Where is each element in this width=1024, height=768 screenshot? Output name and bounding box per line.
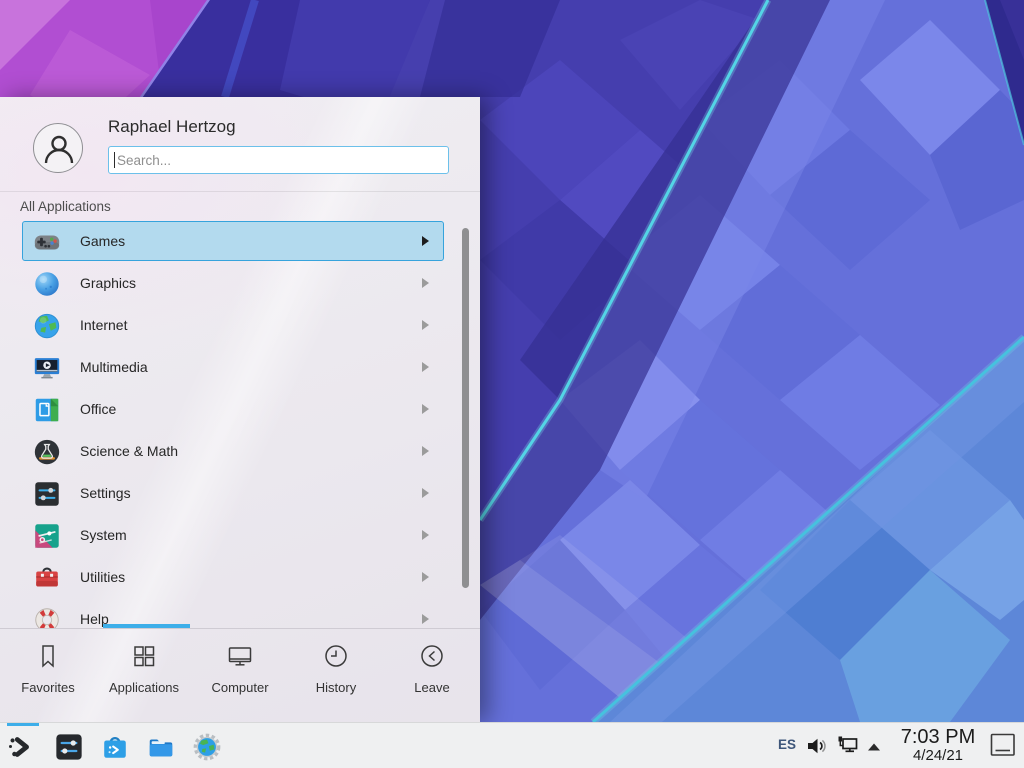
submenu-arrow-icon [422, 320, 429, 330]
category-row-utilities[interactable]: Utilities [22, 557, 444, 597]
tab-computer[interactable]: Computer [192, 629, 288, 722]
submenu-arrow-icon [422, 572, 429, 582]
category-row-games[interactable]: Games [22, 221, 444, 261]
search-input[interactable] [108, 146, 449, 174]
category-row-office[interactable]: Office [22, 389, 444, 429]
user-icon [41, 131, 77, 167]
konqueror-globe-icon [192, 732, 222, 762]
text-cursor [114, 152, 115, 168]
internet-icon [32, 311, 62, 341]
submenu-arrow-icon [422, 446, 429, 456]
digital-clock[interactable]: 7:03 PM 4/24/21 [893, 726, 983, 764]
tab-label: Computer [192, 680, 288, 695]
category-label: Utilities [80, 569, 125, 585]
office-icon [32, 395, 62, 425]
volume-icon[interactable] [806, 736, 828, 761]
tab-label: History [288, 680, 384, 695]
category-row-multimedia[interactable]: Multimedia [22, 347, 444, 387]
user-name: Raphael Hertzog [108, 117, 236, 137]
section-label: All Applications [20, 199, 111, 214]
history-icon [322, 642, 350, 670]
submenu-arrow-icon [422, 530, 429, 540]
graphics-icon [32, 269, 62, 299]
keyboard-layout-indicator[interactable]: ES [778, 737, 796, 752]
tab-label: Applications [96, 680, 192, 695]
discover-button[interactable] [96, 729, 134, 765]
desktop: Raphael Hertzog All Applications [0, 0, 1024, 768]
launcher-header: Raphael Hertzog [0, 97, 480, 192]
show-desktop-icon [990, 733, 1016, 758]
taskbar-panel: ES 7:03 PM 4/24/21 [0, 722, 1024, 768]
launcher-tabbar: Favorites Applications Computer [0, 629, 480, 722]
help-icon [32, 605, 62, 628]
expand-tray-icon[interactable] [866, 740, 882, 758]
system-settings-button[interactable] [50, 729, 88, 765]
web-browser-button[interactable] [188, 729, 226, 765]
tab-history[interactable]: History [288, 629, 384, 722]
list-scrollbar[interactable] [462, 228, 469, 588]
category-list: Games Graphics [0, 221, 480, 628]
clock-date: 4/24/21 [893, 748, 983, 764]
submenu-arrow-icon [422, 278, 429, 288]
tab-favorites[interactable]: Favorites [0, 629, 96, 722]
submenu-arrow-icon [422, 614, 429, 624]
submenu-arrow-icon [422, 362, 429, 372]
games-icon [32, 227, 62, 257]
applications-icon [130, 642, 158, 670]
application-launcher-button[interactable] [2, 729, 40, 765]
user-avatar[interactable] [33, 123, 83, 173]
show-desktop-button[interactable] [990, 733, 1016, 758]
category-label: Games [80, 233, 125, 249]
file-manager-button[interactable] [142, 729, 180, 765]
tab-applications[interactable]: Applications [96, 629, 192, 722]
computer-icon [226, 642, 254, 670]
category-label: Settings [80, 485, 131, 501]
category-row-system[interactable]: System [22, 515, 444, 555]
network-icon[interactable] [836, 735, 860, 762]
multimedia-icon [32, 353, 62, 383]
active-task-indicator [7, 723, 39, 726]
clock-time: 7:03 PM [893, 726, 983, 748]
tab-leave[interactable]: Leave [384, 629, 480, 722]
dolphin-folder-icon [146, 732, 176, 762]
science-icon [32, 437, 62, 467]
submenu-arrow-icon [422, 236, 429, 246]
category-row-settings[interactable]: Settings [22, 473, 444, 513]
category-row-help[interactable]: Help [22, 599, 444, 628]
tab-label: Favorites [0, 680, 96, 695]
tab-label: Leave [384, 680, 480, 695]
category-row-internet[interactable]: Internet [22, 305, 444, 345]
category-label: Science & Math [80, 443, 178, 459]
discover-icon [100, 732, 130, 762]
submenu-arrow-icon [422, 488, 429, 498]
category-label: Graphics [80, 275, 136, 291]
category-row-science-math[interactable]: Science & Math [22, 431, 444, 471]
category-label: System [80, 527, 127, 543]
search-field-wrap [108, 146, 449, 174]
settings-icon [32, 479, 62, 509]
category-label: Office [80, 401, 116, 417]
submenu-arrow-icon [422, 404, 429, 414]
application-launcher-menu: Raphael Hertzog All Applications [0, 97, 480, 722]
system-settings-icon [54, 732, 84, 762]
category-row-graphics[interactable]: Graphics [22, 263, 444, 303]
favorites-icon [34, 642, 62, 670]
kde-launcher-icon [6, 732, 36, 762]
leave-icon [418, 642, 446, 670]
system-icon [32, 521, 62, 551]
utilities-icon [32, 563, 62, 593]
category-label: Internet [80, 317, 127, 333]
category-label: Multimedia [80, 359, 148, 375]
